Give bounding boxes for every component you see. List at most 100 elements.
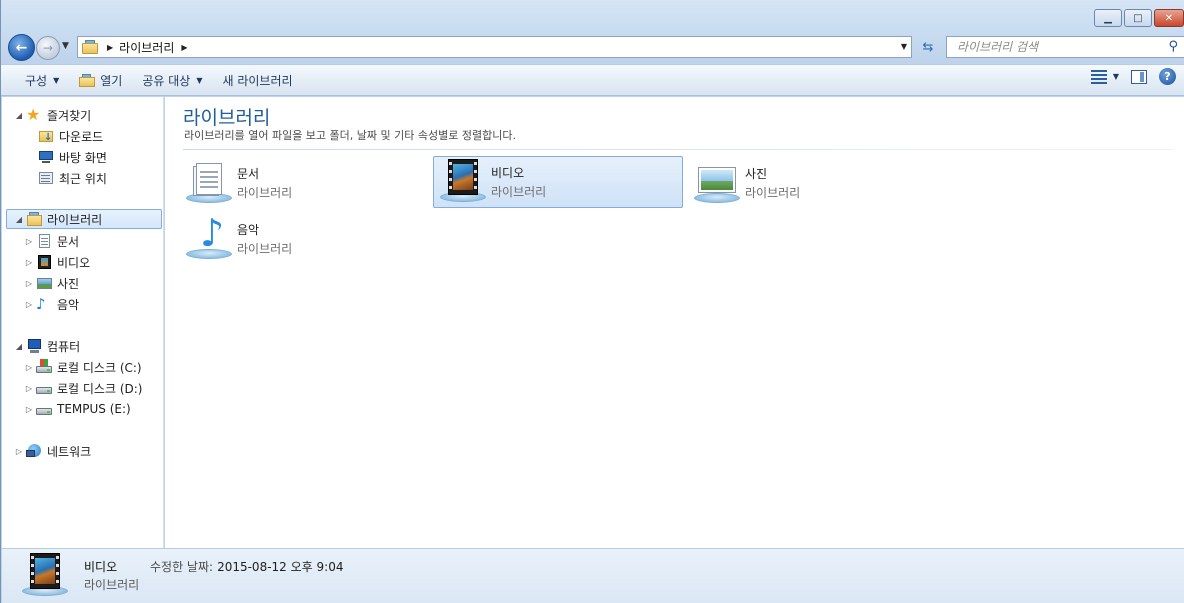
search-icon[interactable]: ⚲ [1168,39,1178,54]
library-tile-pictures[interactable]: 사진 라이브러리 [687,157,937,209]
chevron-down-icon: ▼ [196,75,203,85]
library-tile-videos[interactable]: 비디오 라이브러리 [433,156,683,208]
music-label: 음악 [57,297,80,312]
tile-name: 비디오 [491,166,525,180]
header-divider [183,149,1173,150]
page-title: 라이브러리 [183,107,271,129]
modified-label: 수정한 날짜: [150,560,214,574]
star-icon: ★ [26,105,41,124]
open-button[interactable]: 열기 [69,67,132,93]
removable-drive-icon [36,401,52,417]
tile-type: 라이브러리 [491,185,547,199]
tree-item-drive-c[interactable]: ▷ 로컬 디스크 (C:) [24,357,142,377]
address-bar[interactable]: ▶ 라이브러리 ▶ ▼ [77,36,912,58]
pictures-label: 사진 [57,276,80,291]
tile-type: 라이브러리 [237,242,293,256]
desktop-label: 바탕 화면 [59,150,107,165]
open-label: 열기 [100,73,123,88]
details-pane: 비디오 라이브러리 수정한 날짜: 2015-08-12 오후 9:04 [2,548,1184,603]
tile-name: 음악 [237,223,260,237]
organize-button[interactable]: 구성 ▼ [15,67,69,93]
expanded-arrow-icon[interactable]: ◢ [14,215,24,224]
tree-item-documents[interactable]: ▷ 문서 [24,231,79,251]
computer-icon [26,338,42,354]
pictures-library-icon [692,159,742,207]
organize-label: 구성 [25,73,48,88]
tree-item-downloads[interactable]: ↓ 다운로드 [26,126,103,146]
page-description: 라이브러리를 열어 파일을 보고 폴더, 날짜 및 기타 속성별로 정렬합니다. [184,129,516,142]
drive-c-label: 로컬 디스크 (C:) [57,360,142,375]
tree-network[interactable]: ▷ 네트워크 [14,441,91,461]
tree-item-music[interactable]: ▷ ♪ 음악 [24,294,79,314]
hard-drive-icon [36,380,52,396]
tree-item-drive-d[interactable]: ▷ 로컬 디스크 (D:) [24,378,143,398]
help-icon[interactable]: ? [1159,68,1176,85]
back-button[interactable]: ← [8,34,35,61]
command-toolbar: 구성 ▼ 열기 공유 대상 ▼ 새 라이브러리 ▼ ? [1,64,1184,96]
details-item-type: 라이브러리 [84,578,140,592]
library-tile-documents[interactable]: 문서 라이브러리 [179,157,429,209]
collapsed-arrow-icon[interactable]: ▷ [24,363,34,372]
window-controls: ▁ □ ✕ [1094,9,1184,27]
content-pane[interactable]: 라이브러리 라이브러리를 열어 파일을 보고 폴더, 날짜 및 기타 속성별로 … [165,97,1184,548]
new-library-button[interactable]: 새 라이브러리 [212,67,302,93]
tree-item-drive-e[interactable]: ▷ TEMPUS (E:) [24,399,131,419]
tree-favorites[interactable]: ◢ ★ 즐겨찾기 [14,105,91,125]
favorites-label: 즐겨찾기 [47,108,92,123]
breadcrumb-separator-icon[interactable]: ▶ [107,43,113,52]
tree-item-pictures[interactable]: ▷ 사진 [24,273,79,293]
minimize-button[interactable]: ▁ [1094,9,1122,27]
documents-library-icon [184,159,234,207]
refresh-icon: ⇆ [922,39,934,55]
address-history-dropdown-icon[interactable]: ▼ [901,42,907,51]
details-item-name: 비디오 [84,560,118,574]
collapsed-arrow-icon[interactable]: ▷ [24,405,34,414]
collapsed-arrow-icon[interactable]: ▷ [24,237,34,246]
expanded-arrow-icon[interactable]: ◢ [14,342,24,351]
expanded-arrow-icon[interactable]: ◢ [14,111,24,120]
documents-label: 문서 [57,234,80,249]
breadcrumb-chevron-icon[interactable]: ▶ [181,43,187,52]
tree-item-videos[interactable]: ▷ 비디오 [24,252,90,272]
breadcrumb-libraries[interactable]: 라이브러리 [119,39,174,56]
recent-places-label: 최근 위치 [59,171,107,186]
music-note-icon: ♪ [36,295,46,313]
drive-d-label: 로컬 디스크 (D:) [57,381,143,396]
downloads-folder-icon: ↓ [38,128,54,144]
new-library-label: 새 라이브러리 [222,73,293,88]
tile-type: 라이브러리 [237,186,293,200]
refresh-button[interactable]: ⇆ [915,36,941,58]
videos-icon [36,254,52,270]
collapsed-arrow-icon[interactable]: ▷ [24,258,34,267]
tile-type: 라이브러리 [745,186,801,200]
tree-computer[interactable]: ◢ 컴퓨터 [14,336,80,356]
tree-libraries[interactable]: ◢ 라이브러리 [6,209,162,229]
tile-name: 사진 [745,167,768,181]
libraries-label: 라이브러리 [47,212,103,227]
close-button[interactable]: ✕ [1154,9,1184,27]
music-library-icon: ♪ [184,213,234,263]
pictures-icon [36,275,52,291]
tree-item-desktop[interactable]: 바탕 화면 [26,147,107,167]
forward-button[interactable]: → [36,36,60,60]
change-view-button[interactable]: ▼ [1090,69,1119,84]
collapsed-arrow-icon[interactable]: ▷ [24,279,34,288]
videos-library-icon [20,552,70,600]
share-with-button[interactable]: 공유 대상 ▼ [132,67,212,93]
network-label: 네트워크 [47,444,92,459]
documents-icon [36,233,52,249]
chevron-down-icon: ▼ [53,75,60,85]
search-box[interactable]: ⚲ [946,36,1184,58]
navigation-pane[interactable]: ◢ ★ 즐겨찾기 ↓ 다운로드 바탕 화면 최근 위치 ◢ 라이브러리 ▷ 문서… [2,97,164,548]
drive-e-label: TEMPUS (E:) [57,402,131,416]
folder-open-icon [79,73,96,87]
collapsed-arrow-icon[interactable]: ▷ [24,384,34,393]
recent-pages-dropdown-icon[interactable]: ▼ [62,41,69,51]
tree-item-recent-places[interactable]: 최근 위치 [26,168,107,188]
collapsed-arrow-icon[interactable]: ▷ [24,300,34,309]
search-input[interactable] [957,40,1147,54]
maximize-button[interactable]: □ [1124,9,1152,27]
collapsed-arrow-icon[interactable]: ▷ [14,447,24,456]
preview-pane-icon[interactable] [1131,69,1147,84]
library-tile-music[interactable]: ♪ 음악 라이브러리 [179,213,429,265]
